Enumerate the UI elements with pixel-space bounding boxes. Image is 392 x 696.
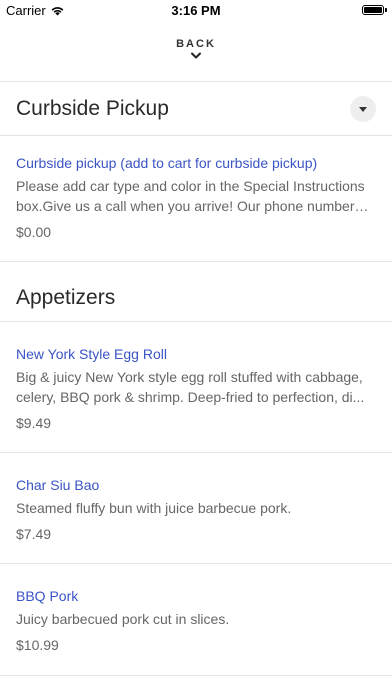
menu-item-char-siu-bao[interactable]: Char Siu Bao Steamed fluffy bun with jui…: [16, 476, 378, 543]
status-bar: Carrier 3:16 PM: [0, 0, 392, 22]
item-description: Steamed fluffy bun with juice barbecue p…: [16, 500, 292, 516]
item-price: $9.49: [16, 415, 52, 431]
category-dropdown-button[interactable]: [350, 96, 376, 122]
item-name: Char Siu Bao: [16, 477, 100, 493]
header-divider: [0, 81, 392, 82]
back-button[interactable]: BACK: [0, 38, 392, 72]
item-divider: [0, 675, 392, 676]
section-title-appetizers: Appetizers: [16, 286, 116, 309]
item-price: $7.49: [16, 526, 52, 542]
item-price: $0.00: [16, 224, 52, 240]
menu-item-new-york-style-egg-roll[interactable]: New York Style Egg Roll Big & juicy New …: [16, 345, 378, 432]
item-name: Curbside pickup (add to cart for curbsid…: [16, 155, 318, 171]
menu-item-curbside-pickup[interactable]: Curbside pickup (add to cart for curbsid…: [16, 154, 378, 241]
item-name: New York Style Egg Roll: [16, 346, 167, 362]
chevron-down-icon: [191, 52, 201, 59]
item-name: BBQ Pork: [16, 588, 79, 604]
section-divider: [0, 261, 392, 262]
item-price: $10.99: [16, 637, 59, 653]
section-divider: [0, 321, 392, 322]
item-description: Big & juicy New York style egg roll stuf…: [16, 369, 365, 405]
item-divider: [0, 563, 392, 564]
caret-down-icon: [359, 106, 367, 112]
status-time: 3:16 PM: [171, 3, 221, 18]
item-divider: [0, 452, 392, 453]
item-description: Juicy barbecued pork cut in slices.: [16, 611, 230, 627]
section-divider: [0, 135, 392, 136]
menu-item-bbq-pork[interactable]: BBQ Pork Juicy barbecued pork cut in sli…: [16, 587, 378, 654]
section-title-curbside-pickup: Curbside Pickup: [16, 97, 169, 120]
battery-icon: [362, 5, 387, 15]
item-description: Please add car type and color in the Spe…: [16, 178, 365, 214]
back-label: BACK: [176, 38, 216, 50]
